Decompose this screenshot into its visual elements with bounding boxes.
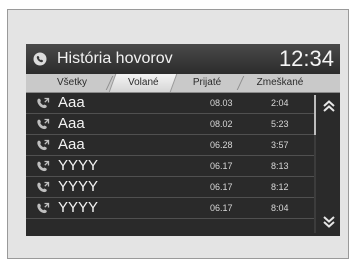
double-chevron-down-icon[interactable] — [322, 215, 336, 229]
double-chevron-up-icon[interactable] — [322, 99, 336, 113]
call-date: 08.03 — [210, 98, 233, 108]
list-item[interactable]: Aaa 08.03 2:04 — [26, 93, 314, 114]
tab-volane-label: Volané — [127, 77, 159, 88]
call-list: Aaa 08.03 2:04 Aaa 08.02 5:23 Aaa 06.28 … — [26, 93, 314, 236]
caller-name: Aaa — [58, 94, 85, 111]
call-date: 06.17 — [210, 203, 233, 213]
header-bar: História hovorov 12:34 — [26, 44, 340, 74]
outgoing-call-icon — [37, 97, 50, 109]
phone-handset-icon — [33, 52, 47, 66]
caller-name: Aaa — [58, 136, 85, 153]
outgoing-call-icon — [37, 118, 50, 130]
scrollbar[interactable] — [314, 93, 340, 236]
caller-name: YYYY — [58, 157, 99, 174]
call-time: 8:12 — [271, 182, 289, 192]
call-time: 8:13 — [271, 161, 289, 171]
outgoing-call-icon — [37, 181, 50, 193]
caller-name: Aaa — [58, 115, 85, 132]
caller-name: YYYY — [58, 178, 99, 195]
clock: 12:34 — [278, 46, 334, 71]
tab-divider — [236, 76, 245, 90]
call-history-screen: História hovorov 12:34 Všetky Volané Pri… — [26, 44, 340, 236]
call-time: 3:57 — [271, 140, 289, 150]
call-date: 08.02 — [210, 119, 233, 129]
tab-vsetky[interactable]: Všetky — [48, 74, 96, 92]
call-time: 5:23 — [271, 119, 289, 129]
list-item[interactable]: YYYY 06.17 8:04 — [26, 198, 314, 219]
outgoing-call-icon — [37, 202, 50, 214]
outgoing-call-icon — [37, 160, 50, 172]
scroll-thumb[interactable] — [314, 95, 316, 135]
list-item[interactable]: Aaa 06.28 3:57 — [26, 135, 314, 156]
list-item[interactable]: YYYY 06.17 8:12 — [26, 177, 314, 198]
caller-name: YYYY — [58, 199, 99, 216]
tab-volane[interactable]: Volané — [108, 74, 178, 92]
call-time: 2:04 — [271, 98, 289, 108]
outgoing-call-icon — [37, 139, 50, 151]
call-time: 8:04 — [271, 203, 289, 213]
call-date: 06.17 — [210, 161, 233, 171]
page-title: História hovorov — [57, 50, 173, 67]
call-date: 06.17 — [210, 182, 233, 192]
tab-bar: Všetky Volané Prijaté Zmeškané — [26, 74, 340, 93]
list-item[interactable]: YYYY 06.17 8:13 — [26, 156, 314, 177]
tab-prijate[interactable]: Prijaté — [186, 74, 228, 92]
call-date: 06.28 — [210, 140, 233, 150]
list-item[interactable]: Aaa 08.02 5:23 — [26, 114, 314, 135]
tab-zmeskane[interactable]: Zmeškané — [252, 74, 308, 92]
